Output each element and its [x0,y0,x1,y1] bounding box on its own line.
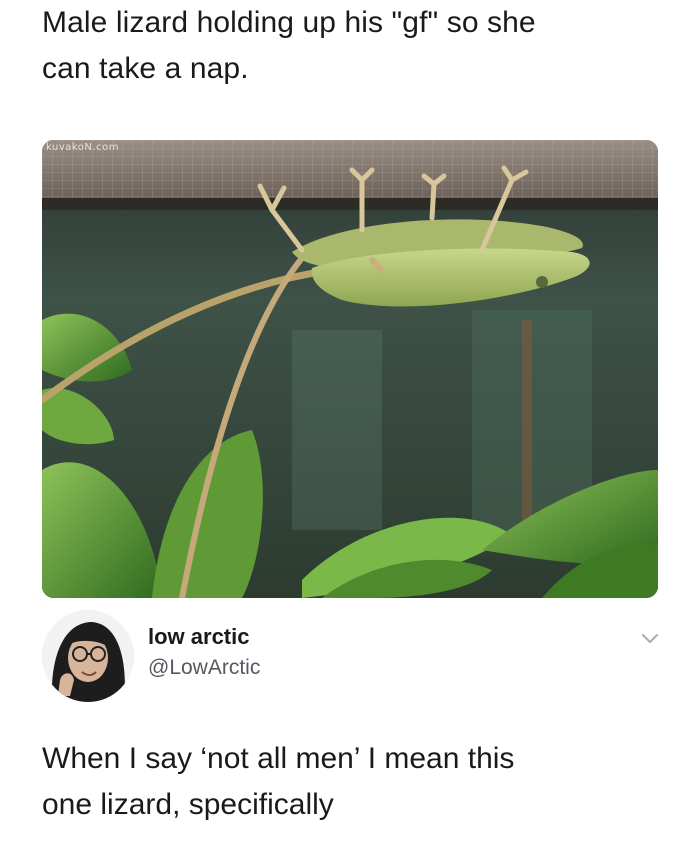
caption-line-2: can take a nap. [42,52,249,85]
tweet-text: When I say ‘not all men’ I mean this one… [42,736,662,828]
chevron-down-icon[interactable] [640,628,660,648]
watermark-text: kuvakoN.com [46,142,119,153]
lizards-image [42,140,658,598]
meme-caption: Male lizard holding up his "gf" so she c… [42,0,662,92]
author-name[interactable]: low arctic [148,624,249,650]
lizard-photo: kuvakoN.com [42,140,658,598]
avatar[interactable] [42,610,134,702]
tweet-line-1: When I say ‘not all men’ I mean this [42,742,515,775]
tweet-author: low arctic @LowArctic [42,604,662,704]
tweet-line-2: one lizard, specifically [42,788,334,821]
author-handle[interactable]: @LowArctic [148,656,260,680]
caption-line-1: Male lizard holding up his "gf" so she [42,6,536,39]
avatar-image [42,610,134,702]
